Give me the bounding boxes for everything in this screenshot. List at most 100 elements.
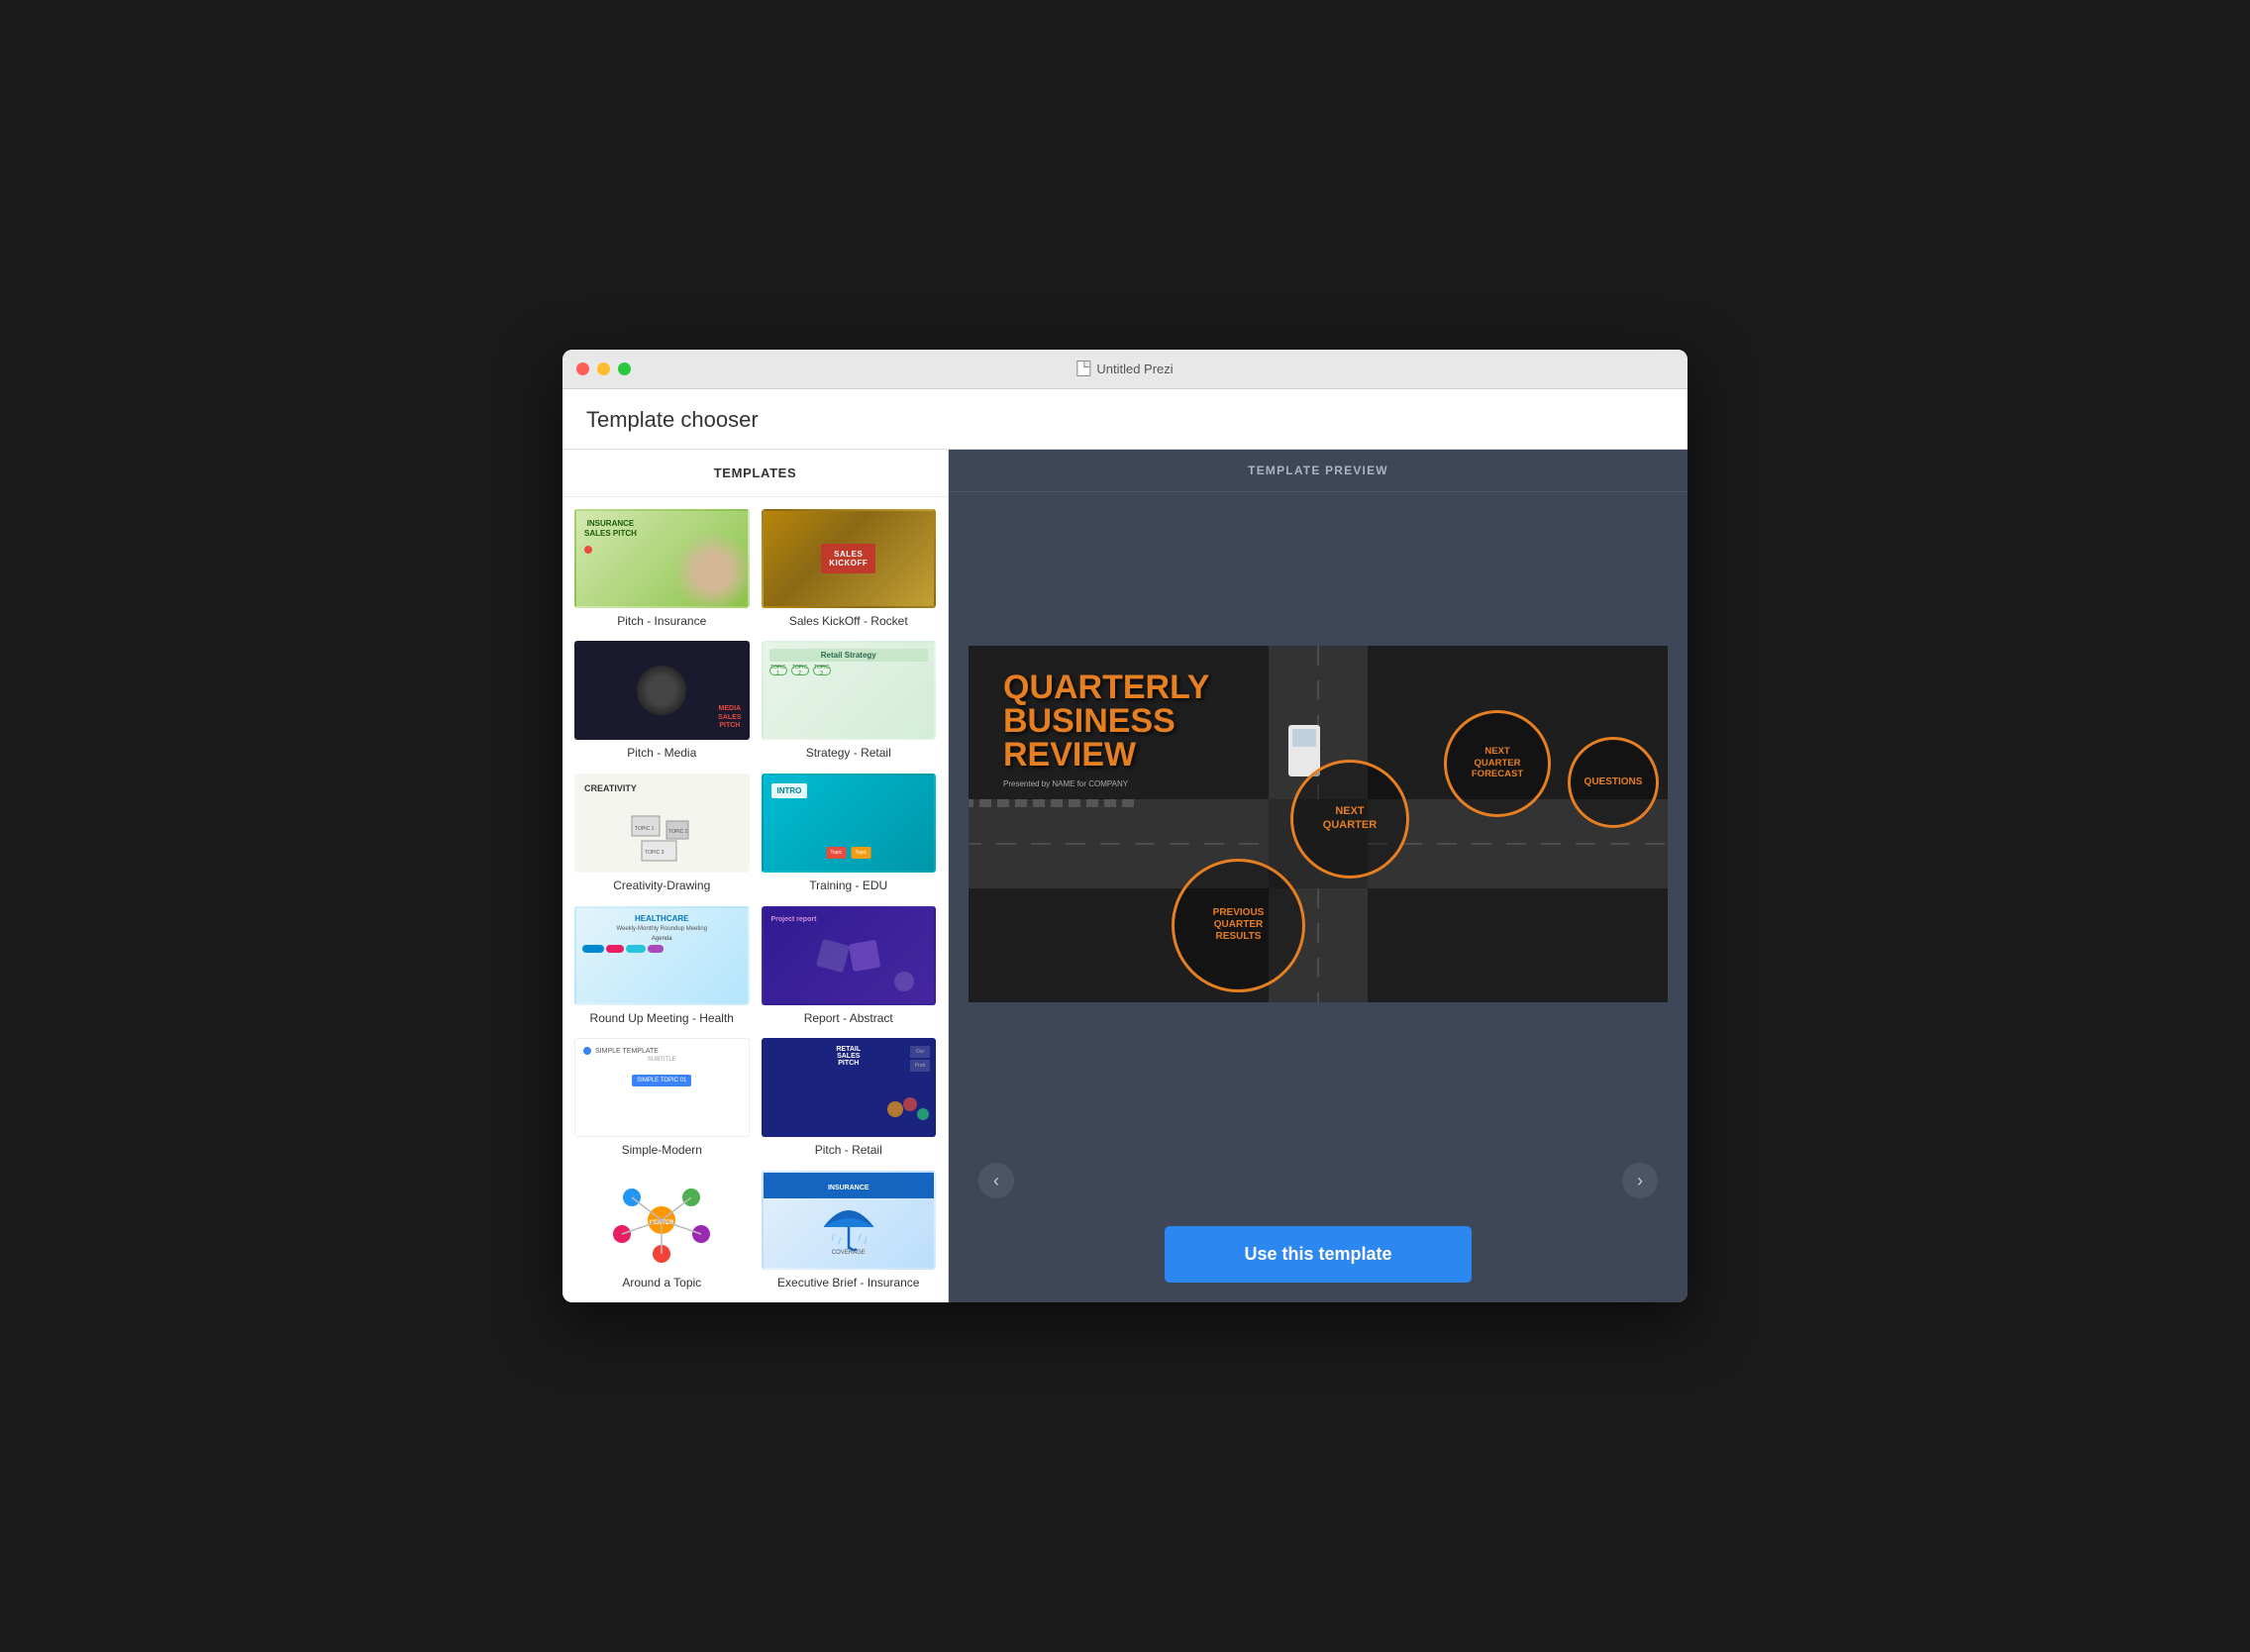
abstract-tag: Project report bbox=[771, 916, 817, 923]
app-header: Template chooser bbox=[562, 389, 1688, 450]
node3: TOPIC 3 bbox=[813, 666, 831, 675]
training-badge-main: INTRO bbox=[771, 783, 808, 798]
template-label-pitch-retail: Pitch - Retail bbox=[762, 1143, 937, 1159]
abstract-shape1 bbox=[816, 938, 850, 972]
template-label-strategy-retail: Strategy - Retail bbox=[762, 746, 937, 762]
template-thumb-pitch-retail: RETAILSALESPITCH Our Prod bbox=[762, 1038, 937, 1137]
circle-next-quarter: NEXTQUARTER bbox=[1290, 760, 1409, 878]
close-button[interactable] bbox=[576, 362, 589, 375]
fullscreen-button[interactable] bbox=[618, 362, 631, 375]
pitch-retail-icons: Our Prod bbox=[910, 1046, 930, 1072]
templates-panel: TEMPLATES INSURANCESALES PITCH Pitch - I… bbox=[562, 450, 949, 1303]
abstract-circle bbox=[894, 972, 914, 991]
pitch-retail-title: RETAILSALESPITCH bbox=[769, 1046, 929, 1067]
simple-dot bbox=[583, 1047, 591, 1055]
exec-coverage-text: COVERAGE bbox=[832, 1250, 866, 1256]
preview-nav: ‹ › bbox=[949, 1155, 1688, 1206]
media-text: MEDIASALESPITCH bbox=[718, 705, 741, 730]
circle-prev-results: PREVIOUSQUARTERRESULTS bbox=[1172, 859, 1305, 992]
templates-grid: INSURANCESALES PITCH Pitch - Insurance S… bbox=[562, 497, 948, 1303]
simple-box-area: SIMPLE TOPIC 01 bbox=[583, 1069, 741, 1086]
template-label-pitch-media: Pitch - Media bbox=[574, 746, 750, 762]
template-label-health: Round Up Meeting - Health bbox=[574, 1011, 750, 1027]
insurance-text: INSURANCESALES PITCH bbox=[584, 519, 637, 540]
template-thumb-around: CENTER bbox=[574, 1171, 750, 1270]
dot1 bbox=[584, 546, 592, 554]
simple-subtitle: SUBTITLE bbox=[583, 1057, 741, 1063]
use-template-area: Use this template bbox=[949, 1206, 1688, 1302]
prev-button[interactable]: ‹ bbox=[978, 1163, 1014, 1198]
simple-box: SIMPLE TOPIC 01 bbox=[632, 1075, 691, 1086]
template-item-pitch-retail[interactable]: RETAILSALESPITCH Our Prod bbox=[762, 1038, 937, 1159]
node1: TOPIC 1 bbox=[769, 666, 787, 675]
template-thumb-exec: INSURANCE bbox=[762, 1171, 937, 1270]
health-sub: Weekly-Monthly Roundup Meeting bbox=[582, 926, 742, 932]
template-thumb-simple: SIMPLE TEMPLATE SUBTITLE SIMPLE TOPIC 01 bbox=[574, 1038, 750, 1137]
template-thumb-training: INTRO Topic Topic bbox=[762, 774, 937, 873]
node2: TOPIC 2 bbox=[791, 666, 809, 675]
creativity-text: CREATIVITY bbox=[584, 783, 637, 793]
media-circle bbox=[637, 666, 686, 715]
qbr-main-title: QUARTERLY BUSINESS REVIEW bbox=[1003, 671, 1209, 772]
template-thumb-abstract: Project report bbox=[762, 906, 937, 1005]
window-title: Untitled Prezi bbox=[1076, 361, 1173, 376]
retail-svg bbox=[885, 1094, 930, 1124]
template-item-insurance[interactable]: INSURANCESALES PITCH Pitch - Insurance bbox=[574, 509, 750, 630]
circle-forecast: NEXTQUARTERFORECAST bbox=[1444, 710, 1551, 817]
chip2 bbox=[606, 945, 624, 953]
minimize-button[interactable] bbox=[597, 362, 610, 375]
template-label-creativity: Creativity-Drawing bbox=[574, 878, 750, 894]
template-item-abstract[interactable]: Project report Report - Abstract bbox=[762, 906, 937, 1027]
health-agenda: Agenda bbox=[582, 936, 742, 942]
template-thumb-kickoff: SALESKICKOFF bbox=[762, 509, 937, 608]
abstract-shape2 bbox=[849, 939, 880, 971]
template-item-around[interactable]: CENTER bbox=[574, 1171, 750, 1291]
retail-nodes: TOPIC 1 TOPIC 2 TOPIC 3 bbox=[769, 666, 929, 675]
template-label-exec: Executive Brief - Insurance bbox=[762, 1276, 937, 1291]
next-button[interactable]: › bbox=[1622, 1163, 1658, 1198]
use-template-button[interactable]: Use this template bbox=[1165, 1226, 1471, 1283]
preview-header: TEMPLATE PREVIEW bbox=[949, 450, 1688, 492]
qbr-title-overlay: QUARTERLY BUSINESS REVIEW Presented by N… bbox=[1003, 671, 1209, 788]
svg-text:TOPIC 2: TOPIC 2 bbox=[668, 829, 688, 835]
template-item-pitch-media[interactable]: MEDIASALESPITCH Pitch - Media bbox=[574, 641, 750, 762]
pitch-retail-items bbox=[885, 1094, 930, 1129]
template-label-around: Around a Topic bbox=[574, 1276, 750, 1291]
template-item-kickoff[interactable]: SALESKICKOFF Sales KickOff - Rocket bbox=[762, 509, 937, 630]
template-thumb-pitch-media: MEDIASALESPITCH bbox=[574, 641, 750, 740]
template-label-kickoff: Sales KickOff - Rocket bbox=[762, 614, 937, 630]
kickoff-badge: SALESKICKOFF bbox=[821, 544, 875, 573]
chip3 bbox=[626, 945, 646, 953]
training-dots: Topic Topic bbox=[826, 847, 870, 859]
around-svg: CENTER bbox=[602, 1173, 721, 1268]
preview-image: QUARTERLY BUSINESS REVIEW Presented by N… bbox=[969, 646, 1668, 1002]
template-item-training[interactable]: INTRO Topic Topic Training - EDU bbox=[762, 774, 937, 894]
insurance-hand bbox=[673, 532, 750, 608]
window-title-text: Untitled Prezi bbox=[1096, 361, 1173, 376]
exec-header-text: INSURANCE bbox=[828, 1185, 869, 1191]
simple-header-text: SIMPLE TEMPLATE bbox=[595, 1048, 659, 1055]
creativity-svg: TOPIC 1 TOPIC 2 TOPIC 3 bbox=[622, 806, 701, 866]
template-label-training: Training - EDU bbox=[762, 878, 937, 894]
template-thumb-creativity: CREATIVITY TOPIC 1 TOPIC 2 TOPIC 3 bbox=[574, 774, 750, 873]
template-item-simple[interactable]: SIMPLE TEMPLATE SUBTITLE SIMPLE TOPIC 01… bbox=[574, 1038, 750, 1159]
template-thumb-retail: Retail Strategy TOPIC 1 TOPIC 2 TOPIC 3 bbox=[762, 641, 937, 740]
template-item-exec[interactable]: INSURANCE bbox=[762, 1171, 937, 1291]
template-item-strategy-retail[interactable]: Retail Strategy TOPIC 1 TOPIC 2 TOPIC 3 … bbox=[762, 641, 937, 762]
chip4 bbox=[648, 945, 664, 953]
chip1 bbox=[582, 945, 604, 953]
template-item-health[interactable]: HEALTHCARE Weekly-Monthly Roundup Meetin… bbox=[574, 906, 750, 1027]
template-label-insurance: Pitch - Insurance bbox=[574, 614, 750, 630]
template-item-creativity[interactable]: CREATIVITY TOPIC 1 TOPIC 2 TOPIC 3 Creat… bbox=[574, 774, 750, 894]
templates-header: TEMPLATES bbox=[562, 450, 948, 497]
traffic-lights bbox=[576, 362, 631, 375]
template-thumb-health: HEALTHCARE Weekly-Monthly Roundup Meetin… bbox=[574, 906, 750, 1005]
retail-title: Retail Strategy bbox=[769, 649, 929, 662]
title-bar: Untitled Prezi bbox=[562, 350, 1688, 389]
template-label-simple: Simple-Modern bbox=[574, 1143, 750, 1159]
template-label-abstract: Report - Abstract bbox=[762, 1011, 937, 1027]
preview-image-container: QUARTERLY BUSINESS REVIEW Presented by N… bbox=[949, 492, 1688, 1156]
exec-header: INSURANCE bbox=[764, 1173, 935, 1198]
main-content: TEMPLATES INSURANCESALES PITCH Pitch - I… bbox=[562, 450, 1688, 1303]
exec-umbrella-svg bbox=[819, 1199, 878, 1254]
